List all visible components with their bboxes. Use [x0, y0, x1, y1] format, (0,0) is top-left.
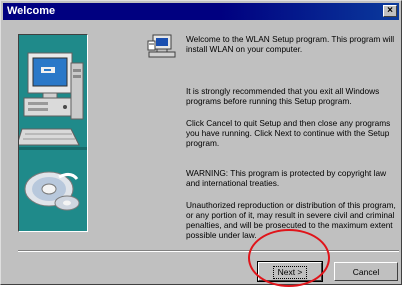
cancel-button[interactable]: Cancel: [334, 262, 398, 281]
title-bar[interactable]: Welcome ×: [3, 3, 399, 20]
setup-icon: [147, 34, 176, 58]
cancel-next-text: Click Cancel to quit Setup and then clos…: [186, 118, 391, 148]
close-button[interactable]: ×: [383, 5, 397, 17]
divider: [18, 250, 399, 252]
exit-programs-text: It is strongly recommended that you exit…: [186, 86, 380, 106]
setup-dialog: Welcome × Welcome to the WLAN Setup prog…: [0, 0, 402, 285]
welcome-text: Welcome to the WLAN Setup program. This …: [186, 34, 395, 54]
setup-graphic-panel: [16, 34, 88, 232]
window-title: Welcome: [7, 5, 56, 17]
warning-text: WARNING: This program is protected by co…: [186, 168, 387, 188]
disc-icon: [24, 171, 80, 211]
unauthorized-text: Unauthorized reproduction or distributio…: [186, 200, 396, 240]
next-button-label: Next >: [272, 265, 308, 279]
next-button[interactable]: Next >: [257, 261, 323, 282]
